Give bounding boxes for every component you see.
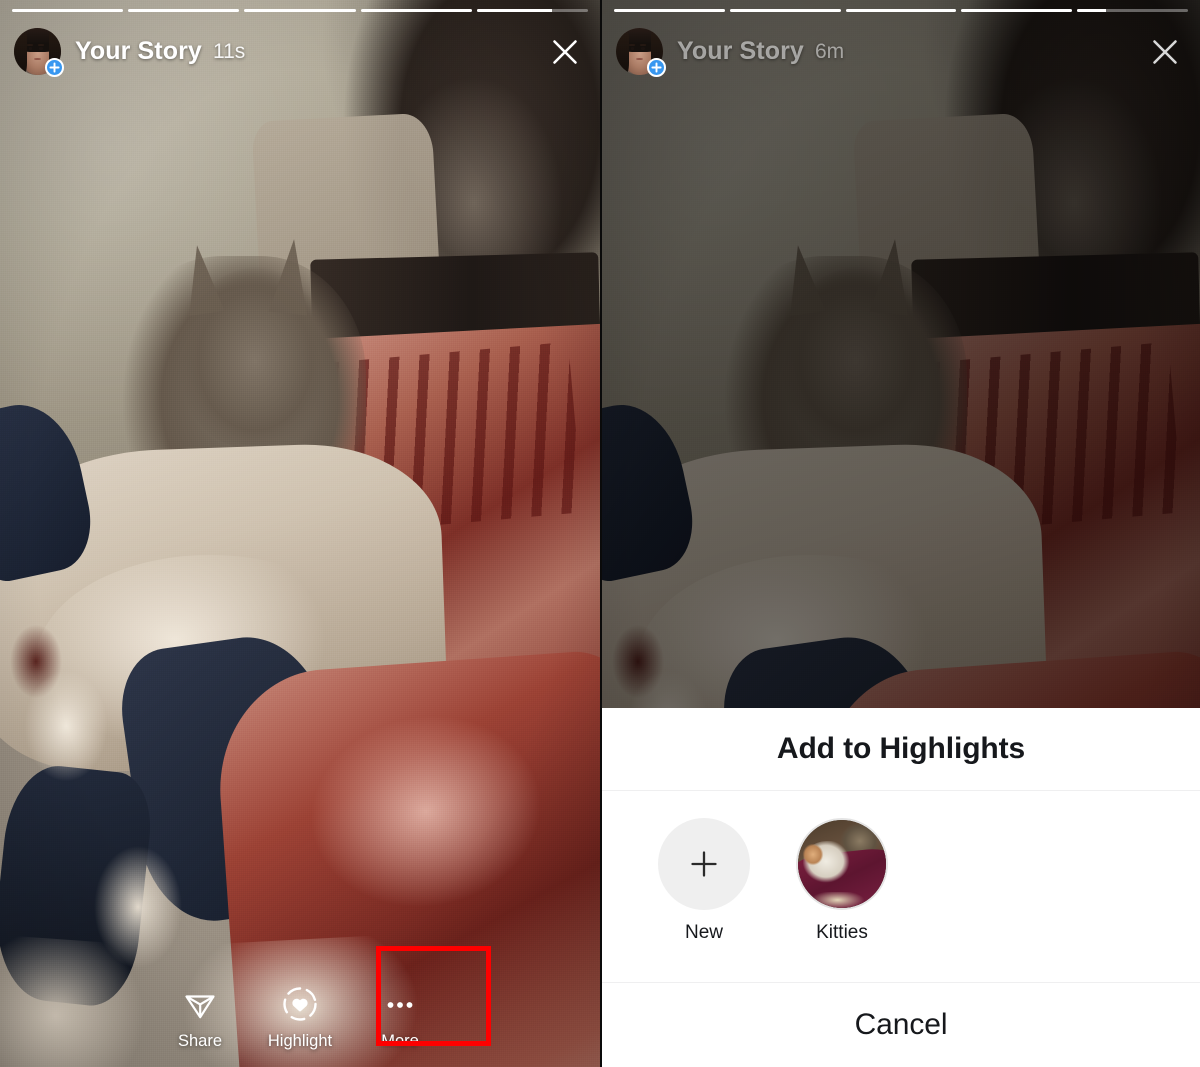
story-header-left: Your Story 11s <box>14 28 586 77</box>
highlight-item-label: Kitties <box>816 922 868 943</box>
new-highlight-button[interactable]: New <box>650 818 758 944</box>
progress-segment <box>614 9 725 12</box>
highlight-heart-icon <box>279 982 321 1026</box>
new-highlight-label: New <box>684 922 723 943</box>
progress-segment <box>12 9 124 12</box>
screenshot-root: Your Story 11s Share Highlight More Your… <box>0 0 1200 1067</box>
highlights-list: New Kitties <box>602 791 1200 982</box>
story-progress-bar-right <box>614 9 1188 12</box>
sheet-title: Add to Highlights <box>776 732 1026 765</box>
avatar[interactable] <box>616 28 666 77</box>
progress-segment-active <box>1077 9 1188 12</box>
more-button[interactable]: More <box>350 982 450 1053</box>
progress-segment <box>360 9 472 12</box>
story-owner-label: Your Story <box>75 37 202 65</box>
story-progress-bar-left <box>12 9 589 12</box>
progress-segment <box>244 9 356 12</box>
share-button-label: Share <box>177 1032 223 1050</box>
send-icon <box>180 982 220 1026</box>
cancel-button-label: Cancel <box>854 1008 948 1041</box>
progress-segment-active <box>476 9 589 12</box>
progress-segment <box>729 9 841 12</box>
more-button-label: More <box>381 1032 419 1050</box>
story-timestamp: 11s <box>212 39 246 63</box>
close-icon[interactable] <box>544 31 586 73</box>
add-to-story-plus-icon[interactable] <box>45 58 64 77</box>
plus-icon <box>658 818 750 910</box>
add-to-highlights-sheet: Add to Highlights New Kitties Cancel <box>602 708 1200 1067</box>
progress-segment <box>845 9 957 12</box>
share-button[interactable]: Share <box>150 982 250 1053</box>
story-header-right: Your Story 6m <box>616 28 1186 77</box>
more-dots-icon <box>380 982 420 1026</box>
story-timestamp: 6m <box>814 39 845 63</box>
progress-segment <box>128 9 240 12</box>
story-photo-cat <box>0 0 600 1067</box>
highlight-button-label: Highlight <box>267 1032 333 1050</box>
highlight-button[interactable]: Highlight <box>250 982 350 1053</box>
kitties-thumbnail <box>796 818 888 910</box>
highlight-item-kitties[interactable]: Kitties <box>788 818 896 944</box>
add-to-story-plus-icon[interactable] <box>647 58 666 77</box>
cancel-button[interactable]: Cancel <box>602 983 1200 1067</box>
progress-segment <box>961 9 1073 12</box>
story-viewer-panel-right: Your Story 6m Add to Highlights New Kitt… <box>600 0 1200 1067</box>
story-action-bar: Share Highlight More <box>0 982 600 1053</box>
close-icon[interactable] <box>1144 31 1186 73</box>
story-owner-label: Your Story <box>677 37 804 65</box>
avatar[interactable] <box>14 28 64 77</box>
story-viewer-panel-left: Your Story 11s Share Highlight More <box>0 0 600 1067</box>
